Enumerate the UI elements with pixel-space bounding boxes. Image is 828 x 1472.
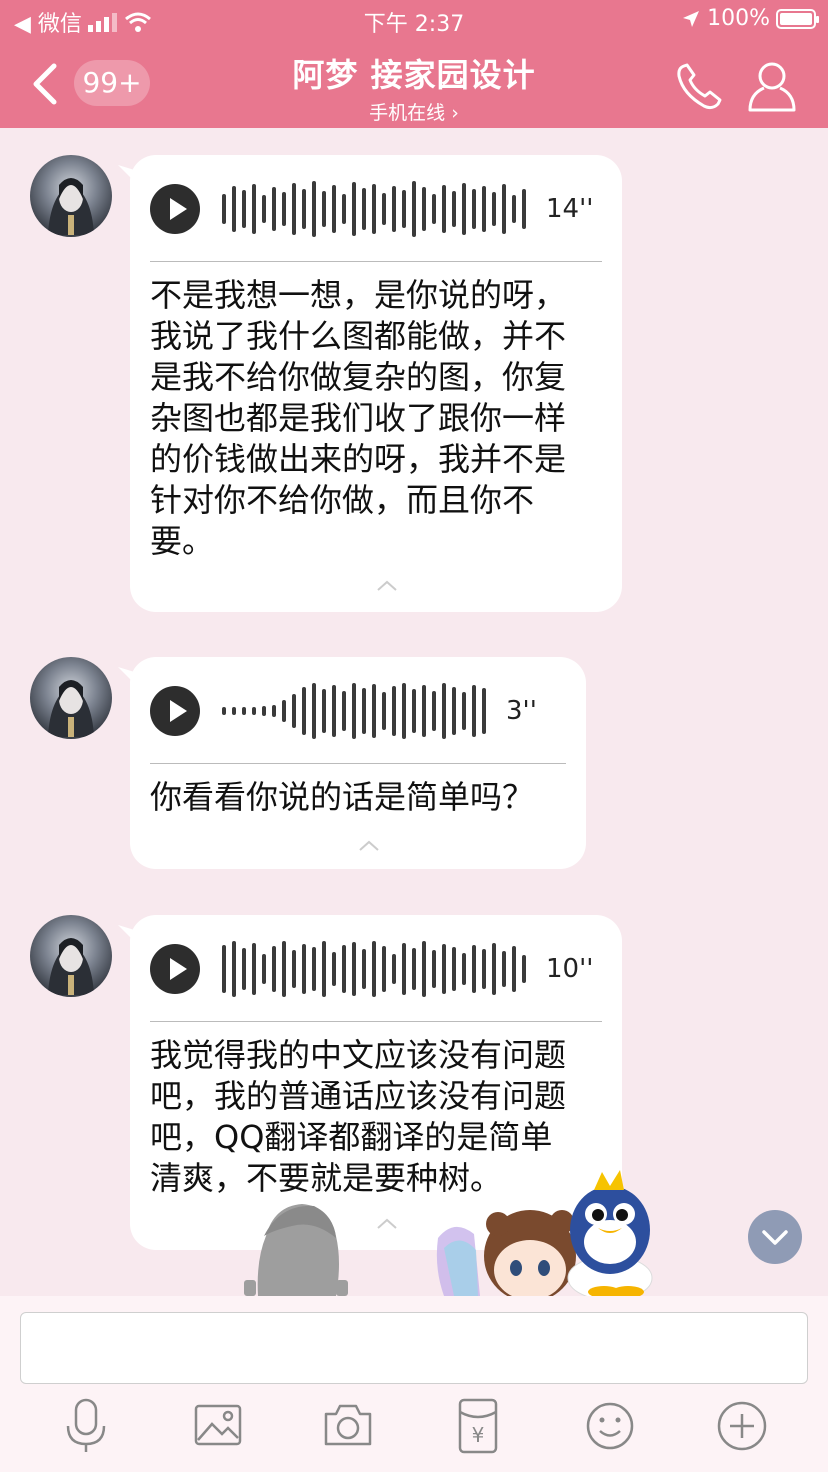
sticker-gray-figure: [244, 1204, 348, 1296]
transcript-line: 不是我想一想，是你说的呀，: [150, 276, 567, 314]
waveform: [222, 941, 526, 997]
avatar-image: [48, 680, 94, 737]
contact-avatar[interactable]: [30, 657, 112, 739]
voice-player: 10'': [150, 941, 593, 997]
scroll-to-bottom-button[interactable]: [748, 1210, 802, 1264]
red-packet-icon[interactable]: ¥: [450, 1396, 506, 1456]
svg-text:¥: ¥: [472, 1423, 485, 1447]
plus-icon[interactable]: [714, 1396, 770, 1456]
battery-icon: [776, 8, 819, 29]
transcript-text: 不是我想一想，是你说的呀， 我说了我什么图都能做，并不 是我不给你做复杂的图，你…: [150, 275, 610, 562]
status-bar: ◀ 微信 下午 2:37 100%: [0, 0, 828, 40]
voice-duration: 10'': [546, 954, 594, 984]
transcript-line: 针对你不给你做，而且你不: [150, 481, 535, 519]
phone-icon[interactable]: [674, 60, 728, 112]
play-icon[interactable]: [150, 184, 200, 234]
message-input[interactable]: [20, 1312, 808, 1384]
transcript-line: 你看看你说的话是简单吗？: [150, 778, 535, 816]
waveform: [222, 683, 486, 739]
avatar-image: [48, 938, 94, 995]
camera-icon[interactable]: [320, 1396, 376, 1456]
collapse-icon[interactable]: [376, 575, 398, 597]
transcript-line: 的价钱做出来的呀，我并不是: [150, 440, 567, 478]
profile-icon[interactable]: [746, 58, 798, 114]
battery-percent: 100%: [707, 6, 770, 31]
divider: [150, 261, 602, 262]
voice-duration: 3'': [506, 696, 537, 726]
microphone-icon[interactable]: [58, 1396, 114, 1456]
divider: [150, 763, 566, 764]
chat-input-area: ¥: [0, 1296, 828, 1472]
sticker-cartoon-characters: [436, 1170, 653, 1296]
collapse-icon[interactable]: [376, 1213, 398, 1235]
transcript-line: 要。: [150, 522, 215, 560]
voice-message-bubble[interactable]: 14'' 不是我想一想，是你说的呀， 我说了我什么图都能做，并不 是我不给你做复…: [130, 155, 622, 612]
chat-header: 99+ 阿梦 接家园设计 手机在线 ›: [0, 40, 828, 128]
play-icon[interactable]: [150, 944, 200, 994]
voice-player: 3'': [150, 683, 537, 739]
transcript-line: 我说了我什么图都能做，并不: [150, 317, 567, 355]
collapse-icon[interactable]: [358, 835, 380, 857]
transcript-line: 杂图也都是我们收了跟你一样: [150, 399, 567, 437]
waveform: [222, 181, 526, 237]
image-icon[interactable]: [190, 1396, 246, 1456]
emoji-icon[interactable]: [582, 1396, 638, 1456]
chevron-down-icon: [762, 1230, 788, 1245]
transcript-line: 我觉得我的中文应该没有问题: [150, 1036, 567, 1074]
voice-duration: 14'': [546, 194, 594, 224]
contact-avatar[interactable]: [30, 915, 112, 997]
transcript-line: 吧，我的普通话应该没有问题: [150, 1077, 567, 1115]
transcript-text: 你看看你说的话是简单吗？: [150, 777, 570, 818]
divider: [150, 1021, 602, 1022]
transcript-line: 吧，QQ翻译都翻译的是简单: [150, 1118, 553, 1156]
voice-player: 14'': [150, 181, 593, 237]
transcript-line: 是我不给你做复杂的图，你复: [150, 358, 567, 396]
voice-message-bubble[interactable]: 3'' 你看看你说的话是简单吗？: [130, 657, 586, 869]
location-arrow-icon: [683, 10, 700, 27]
contact-avatar[interactable]: [30, 155, 112, 237]
play-icon[interactable]: [150, 686, 200, 736]
avatar-image: [48, 178, 94, 235]
status-right: 100%: [681, 6, 819, 31]
